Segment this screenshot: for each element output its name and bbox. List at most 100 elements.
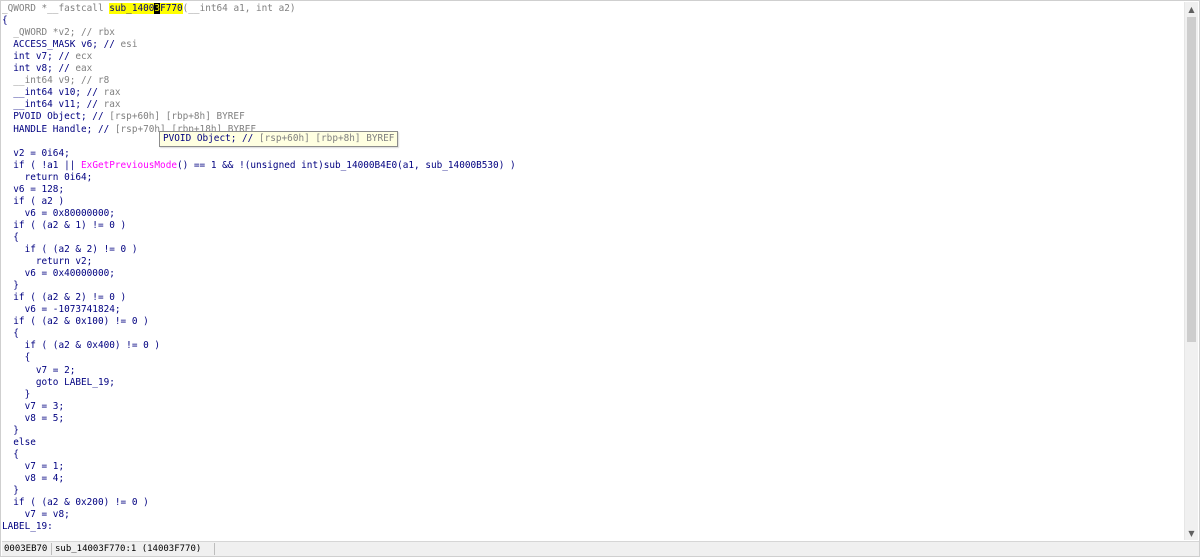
code-token[interactable]: if ( (a2 & 2) != 0 ): [2, 244, 138, 255]
code-token[interactable]: if ( (a2 & 0x100) != 0 ): [2, 316, 148, 327]
code-line[interactable]: int v8; // eax: [2, 63, 92, 75]
code-token[interactable]: __int64 v10; //: [2, 87, 104, 98]
code-token[interactable]: if ( (a2 & 0x200) != 0 ): [2, 497, 148, 508]
pseudocode-view[interactable]: _QWORD *__fastcall sub_14003F770(__int64…: [2, 2, 1186, 540]
code-token[interactable]: {: [2, 15, 8, 26]
code-token[interactable]: HANDLE Handle; //: [2, 124, 115, 135]
code-line[interactable]: {: [2, 232, 19, 244]
code-token[interactable]: goto LABEL_19;: [2, 377, 115, 388]
code-line[interactable]: PVOID Object; // [rsp+60h] [rbp+8h] BYRE…: [2, 111, 244, 123]
code-token[interactable]: v8 = 4;: [2, 473, 65, 484]
code-line[interactable]: if ( (a2 & 0x200) != 0 ): [2, 497, 148, 509]
code-token[interactable]: () == 1 && !(unsigned int)sub_14000B4E0(…: [177, 160, 516, 171]
code-line[interactable]: if ( a2 ): [2, 196, 64, 208]
code-line[interactable]: v8 = 4;: [2, 473, 65, 485]
code-line[interactable]: _QWORD *__fastcall sub_14003F770(__int64…: [2, 3, 296, 15]
code-token[interactable]: _QWORD *__fastcall: [2, 3, 109, 14]
code-line[interactable]: v6 = 0x80000000;: [2, 208, 115, 220]
code-token[interactable]: _QWORD *v2; //: [2, 27, 98, 38]
code-token[interactable]: v7 = 1;: [2, 461, 65, 472]
code-line[interactable]: v2 = 0i64;: [2, 148, 69, 160]
code-line[interactable]: __int64 v9; // r8: [2, 75, 109, 87]
scroll-up-arrow-icon[interactable]: ▲: [1185, 2, 1198, 16]
code-line[interactable]: __int64 v10; // rax: [2, 87, 120, 99]
code-line[interactable]: }: [2, 280, 19, 292]
code-token[interactable]: v6 = 128;: [2, 184, 64, 195]
highlighted-function-name[interactable]: sub_1400: [109, 3, 155, 14]
code-token[interactable]: r8: [98, 75, 109, 86]
scroll-down-arrow-icon[interactable]: ▼: [1185, 526, 1198, 540]
code-token[interactable]: int v8; //: [2, 63, 75, 74]
code-token[interactable]: v7 = 3;: [2, 401, 65, 412]
code-line[interactable]: _QWORD *v2; // rbx: [2, 27, 115, 39]
code-line[interactable]: {: [2, 328, 19, 340]
code-token[interactable]: __int64 v11; //: [2, 99, 104, 110]
scroll-thumb[interactable]: [1187, 17, 1196, 342]
code-line[interactable]: return 0i64;: [2, 172, 93, 184]
code-line[interactable]: ACCESS_MASK v6; // esi: [2, 39, 137, 51]
code-line[interactable]: if ( !a1 || ExGetPreviousMode() == 1 && …: [2, 160, 516, 172]
code-token[interactable]: else: [2, 437, 36, 448]
code-line[interactable]: v6 = -1073741824;: [2, 304, 121, 316]
code-token[interactable]: if ( a2 ): [2, 196, 64, 207]
code-token[interactable]: esi: [121, 39, 138, 50]
code-token[interactable]: {: [2, 232, 19, 243]
code-line[interactable]: v7 = 2;: [2, 365, 76, 377]
code-token[interactable]: v6 = 0x40000000;: [2, 268, 115, 279]
code-line[interactable]: LABEL_19:: [2, 521, 53, 533]
code-line[interactable]: }: [2, 389, 31, 401]
code-token[interactable]: v6 = 0x80000000;: [2, 208, 115, 219]
code-token[interactable]: }: [2, 389, 31, 400]
code-token[interactable]: [rsp+60h] [rbp+8h] BYREF: [109, 111, 244, 122]
code-line[interactable]: if ( (a2 & 2) != 0 ): [2, 244, 138, 256]
code-token[interactable]: rbx: [98, 27, 115, 38]
code-token[interactable]: v8 = 5;: [2, 413, 65, 424]
code-token[interactable]: {: [2, 449, 19, 460]
code-token[interactable]: }: [2, 485, 19, 496]
code-line[interactable]: __int64 v11; // rax: [2, 99, 121, 111]
code-line[interactable]: if ( (a2 & 2) != 0 ): [2, 292, 126, 304]
code-line[interactable]: v6 = 0x40000000;: [2, 268, 115, 280]
code-line[interactable]: int v7; // ecx: [2, 51, 92, 63]
highlighted-function-name[interactable]: F770: [160, 3, 183, 14]
vertical-scrollbar[interactable]: ▲ ▼: [1184, 2, 1198, 540]
code-token[interactable]: LABEL_19:: [2, 521, 53, 532]
code-token[interactable]: if ( (a2 & 1) != 0 ): [2, 220, 126, 231]
code-token[interactable]: v7 = v8;: [2, 509, 70, 520]
code-line[interactable]: }: [2, 425, 19, 437]
code-token[interactable]: v7 = 2;: [2, 365, 76, 376]
code-line[interactable]: v7 = 1;: [2, 461, 65, 473]
code-token[interactable]: v6 = -1073741824;: [2, 304, 121, 315]
code-line[interactable]: return v2;: [2, 256, 92, 268]
code-line[interactable]: goto LABEL_19;: [2, 377, 115, 389]
code-token[interactable]: rax: [104, 99, 121, 110]
code-line[interactable]: {: [2, 15, 8, 27]
code-line[interactable]: v7 = v8;: [2, 509, 70, 521]
code-line[interactable]: }: [2, 485, 19, 497]
code-line[interactable]: v7 = 3;: [2, 401, 65, 413]
code-token[interactable]: }: [2, 425, 19, 436]
code-token[interactable]: v2 = 0i64;: [2, 148, 69, 159]
code-token[interactable]: ecx: [75, 51, 92, 62]
code-token[interactable]: {: [2, 328, 19, 339]
code-line[interactable]: if ( (a2 & 0x400) != 0 ): [2, 340, 160, 352]
code-token[interactable]: if ( !a1 ||: [2, 160, 81, 171]
code-line[interactable]: if ( (a2 & 0x100) != 0 ): [2, 316, 148, 328]
code-token[interactable]: __int64 v9; //: [2, 75, 98, 86]
code-token[interactable]: PVOID Object; //: [2, 111, 109, 122]
code-line[interactable]: {: [2, 352, 31, 364]
code-token[interactable]: if ( (a2 & 0x400) != 0 ): [2, 340, 160, 351]
code-line[interactable]: v8 = 5;: [2, 413, 65, 425]
code-line[interactable]: else: [2, 437, 36, 449]
code-token[interactable]: ACCESS_MASK v6; //: [2, 39, 121, 50]
code-line[interactable]: if ( (a2 & 1) != 0 ): [2, 220, 126, 232]
code-line[interactable]: v6 = 128;: [2, 184, 64, 196]
code-token[interactable]: {: [2, 352, 31, 363]
code-token[interactable]: return v2;: [2, 256, 92, 267]
code-token[interactable]: return 0i64;: [2, 172, 93, 183]
code-token[interactable]: }: [2, 280, 19, 291]
code-token[interactable]: (__int64 a1, int a2): [183, 3, 296, 14]
code-token[interactable]: if ( (a2 & 2) != 0 ): [2, 292, 126, 303]
code-line[interactable]: {: [2, 449, 19, 461]
code-token[interactable]: int v7; //: [2, 51, 75, 62]
